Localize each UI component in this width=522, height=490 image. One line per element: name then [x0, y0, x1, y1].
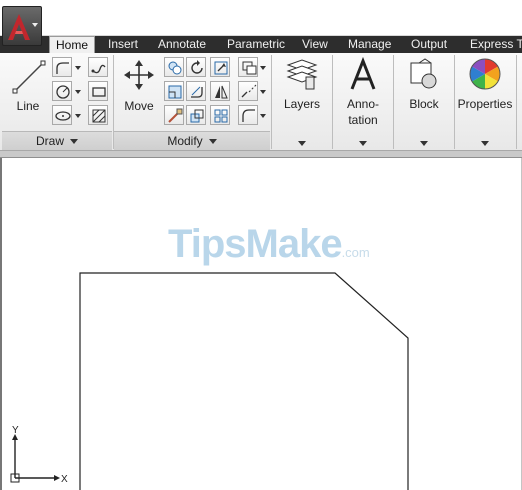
drawing-geometry	[79, 272, 409, 490]
text-a-icon	[350, 56, 376, 90]
ribbon-bottom-band	[0, 151, 522, 158]
properties-button[interactable]: Properties	[456, 57, 514, 151]
spline-icon	[91, 64, 106, 74]
ellipse-dropdown[interactable]	[74, 105, 82, 125]
chevron-down-icon	[359, 141, 367, 146]
hatch-button[interactable]	[88, 105, 108, 125]
tab-express-tools[interactable]: Express To	[470, 36, 522, 53]
block-icon	[410, 58, 437, 89]
tab-insert[interactable]: Insert	[108, 36, 138, 53]
block-button[interactable]: Block	[397, 57, 451, 151]
copy-button[interactable]	[164, 57, 184, 77]
fillet-icon	[191, 86, 203, 98]
circle-icon	[56, 85, 70, 99]
chevron-down-icon	[208, 139, 217, 145]
panel-separator	[454, 55, 455, 149]
mirror-icon	[168, 85, 182, 99]
line-button-label: Line	[16, 99, 40, 113]
polyline-icon	[56, 62, 69, 74]
layers-label: Layers	[283, 97, 321, 111]
layers-icon	[286, 59, 318, 90]
chevron-down-icon	[481, 141, 489, 146]
rotate-button[interactable]	[186, 57, 206, 77]
circle-button[interactable]	[52, 81, 72, 101]
tab-parametric[interactable]: Parametric	[227, 36, 285, 53]
ellipse-button[interactable]	[52, 105, 72, 125]
move-icon	[124, 60, 154, 90]
trim-button[interactable]	[210, 57, 230, 77]
mirror-button[interactable]	[164, 81, 184, 101]
explode-dropdown[interactable]	[259, 81, 267, 101]
chevron-down-icon	[298, 141, 306, 146]
title-strip	[0, 0, 522, 36]
ellipse-icon	[55, 111, 71, 121]
array-icon	[214, 109, 228, 123]
polyline-dropdown[interactable]	[74, 57, 82, 77]
scale-button[interactable]	[186, 105, 206, 125]
erase-button[interactable]	[238, 57, 258, 77]
explode-icon	[241, 84, 257, 98]
modify-panel-title-text: Modify	[167, 134, 203, 148]
panel-separator	[393, 55, 394, 149]
rectangle-button[interactable]	[88, 81, 108, 101]
fillet-button[interactable]	[186, 81, 206, 101]
application-menu-button[interactable]	[2, 6, 42, 46]
layers-button[interactable]: Layers	[276, 57, 328, 151]
annotation-label-line1: Anno-	[346, 97, 380, 111]
mirror-axis-button[interactable]	[210, 81, 230, 101]
line-button[interactable]: Line	[6, 57, 50, 129]
offset-button[interactable]	[238, 105, 258, 125]
tab-annotate[interactable]: Annotate	[158, 36, 206, 53]
tab-home[interactable]: Home	[49, 36, 96, 54]
move-button-label: Move	[124, 99, 154, 113]
rectangle-icon	[92, 87, 106, 97]
ribbon-tab-bar: Home Insert Annotate Parametric View Man…	[0, 36, 522, 54]
draw-panel-title[interactable]: Draw	[2, 131, 112, 150]
copy-icon	[168, 61, 182, 75]
stretch-icon	[168, 108, 183, 123]
circle-dropdown[interactable]	[74, 81, 82, 101]
erase-dropdown[interactable]	[259, 57, 267, 77]
rotate-icon	[191, 60, 203, 74]
panel-separator	[516, 55, 517, 149]
hatch-icon	[92, 109, 106, 123]
annotation-button[interactable]: Anno- tation	[336, 56, 390, 151]
ucs-icon: Y X	[10, 425, 68, 485]
ucs-x-label: X	[61, 474, 68, 485]
color-wheel-icon	[469, 58, 501, 90]
properties-label: Properties	[457, 97, 513, 111]
chevron-down-icon	[70, 139, 78, 145]
mirror-axis-icon	[215, 85, 228, 99]
explode-button[interactable]	[238, 81, 258, 101]
offset-icon	[242, 109, 255, 122]
polyline-button[interactable]	[52, 57, 72, 77]
modify-panel-title[interactable]: Modify	[114, 131, 270, 150]
trim-icon	[214, 61, 228, 75]
line-icon	[12, 60, 46, 94]
array-button[interactable]	[210, 105, 230, 125]
chamfered-shape-outline[interactable]	[79, 272, 409, 490]
drawing-canvas[interactable]: TipsMake.com Y X	[0, 158, 522, 490]
offset-dropdown[interactable]	[259, 105, 267, 125]
annotation-label-line2: tation	[348, 113, 378, 127]
autocad-logo-icon	[8, 14, 30, 40]
block-label: Block	[409, 97, 439, 111]
draw-panel-title-text: Draw	[35, 134, 64, 148]
chevron-down-icon	[32, 23, 38, 27]
tab-view[interactable]: View	[302, 36, 328, 53]
tab-output[interactable]: Output	[411, 36, 447, 53]
ucs-y-label: Y	[12, 425, 19, 436]
tab-manage[interactable]: Manage	[348, 36, 391, 53]
spline-button[interactable]	[88, 57, 108, 77]
panel-separator	[271, 55, 272, 149]
ribbon: Line Draw Move Modify Layers Anno- tatio…	[0, 53, 522, 151]
stretch-button[interactable]	[164, 105, 184, 125]
chevron-down-icon	[420, 141, 428, 146]
move-button[interactable]: Move	[118, 57, 160, 129]
scale-icon	[190, 109, 204, 123]
erase-icon	[242, 61, 257, 75]
panel-separator	[332, 55, 333, 149]
